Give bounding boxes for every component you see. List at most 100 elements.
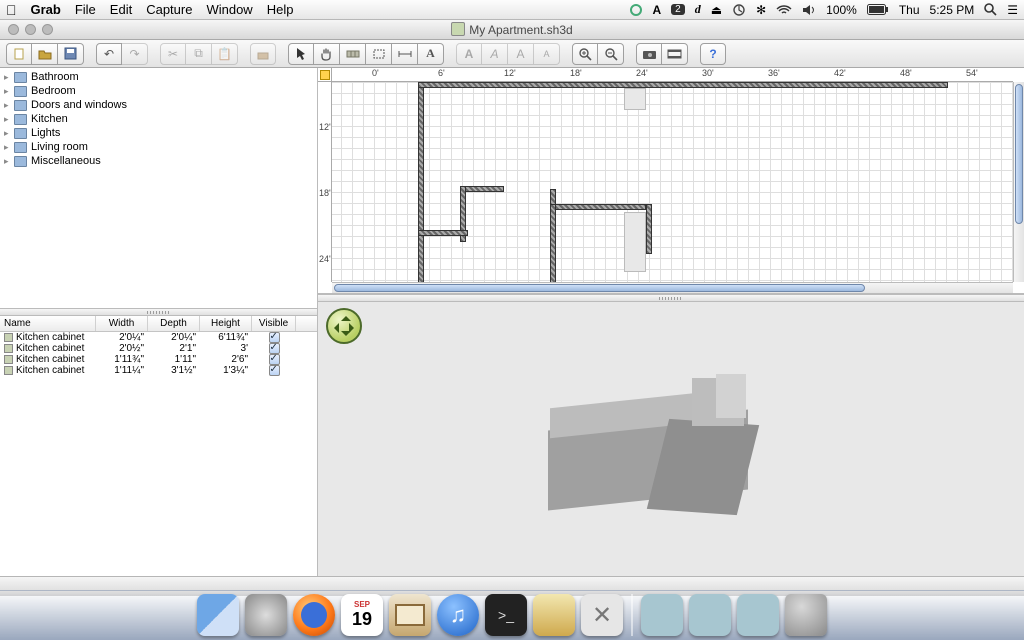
mac-menu-bar:  Grab File Edit Capture Window Help A 2…	[0, 0, 1024, 20]
status-adobe-icon[interactable]: A	[653, 3, 662, 17]
folder-icon	[14, 86, 27, 97]
status-wifi-icon[interactable]	[776, 4, 792, 16]
pan-tool-button[interactable]	[314, 43, 340, 65]
zoom-in-button[interactable]	[572, 43, 598, 65]
dock-app[interactable]: ✕	[581, 594, 623, 636]
status-time: 5:25 PM	[930, 3, 975, 17]
catalog-category[interactable]: ▸Bedroom	[0, 84, 317, 98]
create-walls-button[interactable]	[340, 43, 366, 65]
furniture-list[interactable]: Name Width Depth Height Visible Kitchen …	[0, 316, 317, 576]
window-title-bar: My Apartment.sh3d	[0, 20, 1024, 40]
catalog-category[interactable]: ▸Miscellaneous	[0, 154, 317, 168]
ruler-origin-button[interactable]	[318, 68, 332, 82]
furniture-name: Kitchen cabinet	[0, 365, 96, 376]
ruler-tick-y: 24'	[319, 254, 331, 264]
catalog-category[interactable]: ▸Doors and windows	[0, 98, 317, 112]
folder-icon	[14, 156, 27, 167]
status-eject-icon[interactable]: ⏏	[711, 3, 722, 17]
menu-edit[interactable]: Edit	[110, 2, 132, 17]
undo-button[interactable]: ↶	[96, 43, 122, 65]
menu-capture[interactable]: Capture	[146, 2, 192, 17]
catalog-category[interactable]: ▸Lights	[0, 126, 317, 140]
furniture-depth: 2'1"	[148, 343, 200, 354]
catalog-category[interactable]: ▸Kitchen	[0, 112, 317, 126]
italic-button[interactable]: A	[482, 43, 508, 65]
ruler-tick-x: 6'	[438, 68, 445, 78]
visible-checkbox[interactable]	[269, 365, 280, 376]
folder-icon	[14, 142, 27, 153]
notifications-icon[interactable]: ☰	[1007, 3, 1018, 17]
plan-horizontal-scrollbar[interactable]	[332, 282, 1013, 293]
ruler-tick-x: 12'	[504, 68, 516, 78]
furniture-list-header[interactable]: Name Width Depth Height Visible	[0, 316, 317, 332]
copy-button[interactable]: ⧉	[186, 43, 212, 65]
video-button[interactable]	[662, 43, 688, 65]
bold-button[interactable]: A	[456, 43, 482, 65]
dock-firefox[interactable]	[293, 594, 335, 636]
dock-launchpad[interactable]	[245, 594, 287, 636]
apple-menu[interactable]: 	[6, 2, 17, 18]
ruler-tick-x: 24'	[636, 68, 648, 78]
dock-trash[interactable]	[785, 594, 827, 636]
furniture-catalog-tree[interactable]: ▸Bathroom ▸Bedroom ▸Doors and windows ▸K…	[0, 68, 317, 308]
dock-grab[interactable]	[533, 594, 575, 636]
left-pane-splitter[interactable]	[0, 308, 317, 316]
dock-calendar[interactable]: SEP 19	[341, 594, 383, 636]
3d-navigation-control[interactable]	[326, 308, 362, 344]
app-menu[interactable]: Grab	[31, 2, 61, 17]
status-bar	[0, 576, 1024, 596]
dock-finder[interactable]	[197, 594, 239, 636]
plan-view[interactable]: 0'6'12'18'24'30'36'42'48'54' 12'18'24'	[318, 68, 1024, 294]
increase-text-button[interactable]: A	[508, 43, 534, 65]
help-button[interactable]: ?	[700, 43, 726, 65]
menu-window[interactable]: Window	[206, 2, 252, 17]
status-d-icon[interactable]: d	[695, 2, 701, 17]
paste-button[interactable]: 📋	[212, 43, 238, 65]
calendar-month: SEP	[354, 600, 370, 609]
furniture-row[interactable]: Kitchen cabinet1'11¼"3'1½"1'3¼"	[0, 365, 317, 376]
status-bluetooth-icon[interactable]: ✻	[756, 3, 766, 17]
dock-terminal[interactable]: >_	[485, 594, 527, 636]
dock-folder[interactable]	[641, 594, 683, 636]
photo-button[interactable]	[636, 43, 662, 65]
select-tool-button[interactable]	[288, 43, 314, 65]
window-minimize-button[interactable]	[25, 24, 36, 35]
create-rooms-button[interactable]	[366, 43, 392, 65]
new-button[interactable]	[6, 43, 32, 65]
ruler-tick-x: 48'	[900, 68, 912, 78]
catalog-category[interactable]: ▸Bathroom	[0, 70, 317, 84]
spotlight-icon[interactable]	[984, 3, 997, 16]
decrease-text-button[interactable]: A	[534, 43, 560, 65]
plan-canvas[interactable]	[332, 82, 1013, 282]
window-close-button[interactable]	[8, 24, 19, 35]
right-pane-splitter[interactable]	[318, 294, 1024, 302]
catalog-category[interactable]: ▸Living room	[0, 140, 317, 154]
create-dimensions-button[interactable]	[392, 43, 418, 65]
window-zoom-button[interactable]	[42, 24, 53, 35]
status-volume-icon[interactable]	[802, 4, 816, 16]
dock-itunes[interactable]: ♫	[437, 594, 479, 636]
create-text-button[interactable]: A	[418, 43, 444, 65]
status-timemachine-icon[interactable]	[732, 3, 746, 17]
status-sync-icon[interactable]	[629, 3, 643, 17]
furniture-width: 2'0¼"	[96, 332, 148, 343]
status-day: Thu	[899, 3, 920, 17]
furniture-height: 1'3¼"	[200, 365, 252, 376]
dock-folder[interactable]	[689, 594, 731, 636]
add-furniture-button[interactable]	[250, 43, 276, 65]
save-button[interactable]	[58, 43, 84, 65]
furniture-width: 1'11¾"	[96, 354, 148, 365]
redo-button[interactable]: ↷	[122, 43, 148, 65]
zoom-out-button[interactable]	[598, 43, 624, 65]
cut-button[interactable]: ✂	[160, 43, 186, 65]
folder-icon	[14, 114, 27, 125]
menu-file[interactable]: File	[75, 2, 96, 17]
vertical-ruler: 12'18'24'	[318, 82, 332, 282]
dock-folder[interactable]	[737, 594, 779, 636]
dock-mail[interactable]	[389, 594, 431, 636]
menu-help[interactable]: Help	[267, 2, 294, 17]
3d-view[interactable]	[318, 302, 1024, 576]
open-button[interactable]	[32, 43, 58, 65]
status-battery-icon[interactable]	[867, 4, 889, 15]
plan-vertical-scrollbar[interactable]	[1013, 82, 1024, 282]
